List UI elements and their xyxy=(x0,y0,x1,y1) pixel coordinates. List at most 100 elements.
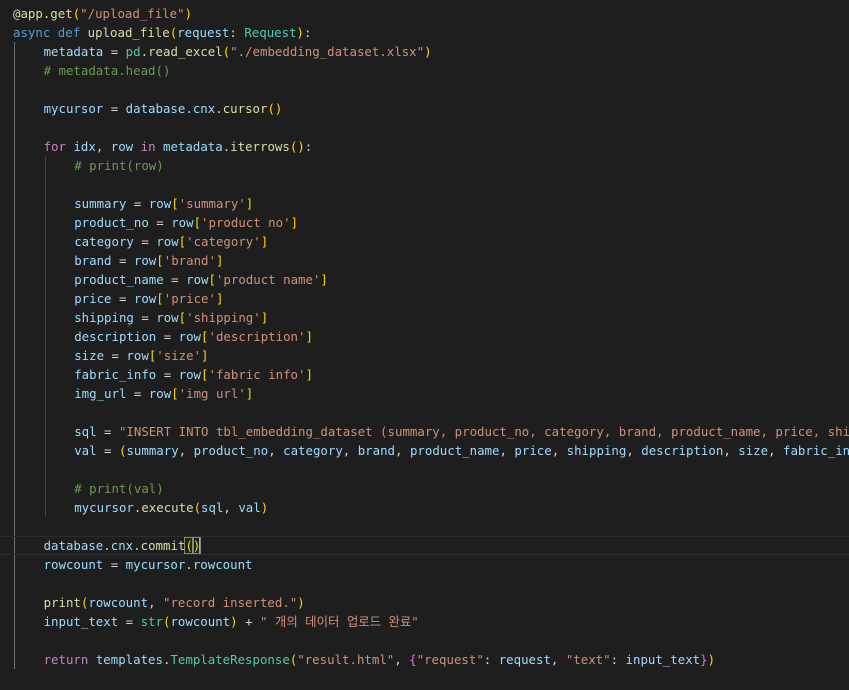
code-token: : xyxy=(229,25,245,40)
code-line[interactable] xyxy=(0,517,849,536)
code-token: [ xyxy=(156,253,164,268)
code-token: = xyxy=(156,329,179,344)
code-line[interactable]: metadata = pd.read_excel("./embedding_da… xyxy=(0,42,849,61)
code-line[interactable]: size = row['size'] xyxy=(0,346,849,365)
code-token: = xyxy=(104,348,127,363)
code-token: row xyxy=(156,234,179,249)
code-token: TemplateResponse xyxy=(170,652,290,667)
code-token: 'product name' xyxy=(215,272,321,287)
code-line[interactable]: val = (summary, product_no, category, br… xyxy=(0,441,849,460)
code-line[interactable]: sql = "INSERT INTO tbl_embedding_dataset… xyxy=(0,422,849,441)
code-token: cnx xyxy=(110,538,134,553)
code-token: # print(row) xyxy=(74,158,164,173)
code-token: size xyxy=(738,443,769,458)
code-token: database xyxy=(125,101,186,116)
code-line[interactable]: shipping = row['shipping'] xyxy=(0,308,849,327)
code-token: upload_file xyxy=(87,25,170,40)
code-token: mycursor xyxy=(74,500,134,515)
code-token: row xyxy=(133,291,157,306)
text-cursor xyxy=(199,538,201,553)
code-token: = xyxy=(126,386,149,401)
code-token: def xyxy=(57,25,81,40)
code-token: = xyxy=(133,234,157,249)
code-line[interactable] xyxy=(0,574,849,593)
code-token: @app.get xyxy=(13,6,73,21)
code-line[interactable]: # metadata.head() xyxy=(0,61,849,80)
code-token: [ xyxy=(178,310,187,325)
code-token: val xyxy=(238,500,261,515)
code-line[interactable]: @app.get("/upload_file") xyxy=(0,4,849,23)
code-line[interactable]: for idx, row in metadata.iterrows(): xyxy=(0,137,849,156)
code-token: [ xyxy=(171,386,179,401)
code-token: [ xyxy=(171,196,179,211)
code-token: price xyxy=(514,443,552,458)
code-token: = xyxy=(148,215,172,230)
code-token: metadata xyxy=(163,139,223,154)
code-token: 'category' xyxy=(186,234,261,249)
code-token: product_no xyxy=(193,443,269,458)
code-token: templates xyxy=(95,652,163,667)
code-token: [ xyxy=(201,367,209,382)
code-token: summary xyxy=(74,196,127,211)
code-token: = xyxy=(126,196,149,211)
code-line[interactable]: async def upload_file(request: Request): xyxy=(0,23,849,42)
code-token: "result.html" xyxy=(297,652,395,667)
code-line[interactable]: mycursor.execute(sql, val) xyxy=(0,498,849,517)
code-line[interactable]: rowcount = mycursor.rowcount xyxy=(0,555,849,574)
code-token: = xyxy=(103,44,126,59)
code-token: [ xyxy=(201,329,209,344)
code-token: print xyxy=(43,595,81,610)
code-line[interactable]: # print(val) xyxy=(0,479,849,498)
code-line[interactable]: # print(row) xyxy=(0,156,849,175)
code-token: iterrows xyxy=(230,139,290,154)
code-token: : xyxy=(483,652,499,667)
code-line[interactable]: img_url = row['img url'] xyxy=(0,384,849,403)
code-token: description xyxy=(641,443,724,458)
code-line[interactable]: brand = row['brand'] xyxy=(0,251,849,270)
code-token: "text" xyxy=(565,652,611,667)
code-line[interactable]: description = row['description'] xyxy=(0,327,849,346)
code-token: input_text xyxy=(43,614,119,629)
code-line[interactable] xyxy=(0,631,849,650)
code-token: ] xyxy=(305,367,313,382)
code-line[interactable] xyxy=(0,118,849,137)
code-token: ] xyxy=(305,329,313,344)
code-token: , xyxy=(395,443,410,458)
code-token: fabric_info xyxy=(74,367,157,382)
code-token: input_text xyxy=(625,652,701,667)
code-line[interactable] xyxy=(0,175,849,194)
code-token: async xyxy=(13,25,51,40)
code-token: pd xyxy=(125,44,141,59)
code-token: ] xyxy=(215,291,224,306)
code-line[interactable]: summary = row['summary'] xyxy=(0,194,849,213)
code-token: mycursor xyxy=(43,101,104,116)
code-token: , xyxy=(223,500,239,515)
code-token: size xyxy=(74,348,105,363)
code-line-current[interactable]: database.cnx.commit() xyxy=(0,536,849,555)
code-token: row xyxy=(178,329,202,344)
code-line[interactable]: price = row['price'] xyxy=(0,289,849,308)
code-token: = xyxy=(96,424,119,439)
code-token: . xyxy=(185,557,193,572)
code-line[interactable]: print(rowcount, "record inserted.") xyxy=(0,593,849,612)
code-line[interactable]: product_no = row['product no'] xyxy=(0,213,849,232)
code-token: 'description' xyxy=(208,329,306,344)
code-token: , xyxy=(550,652,566,667)
code-token: fabric_info xyxy=(783,443,849,458)
code-token: description xyxy=(74,329,157,344)
code-token: = xyxy=(156,367,179,382)
code-token: . xyxy=(103,538,111,553)
code-line[interactable]: mycursor = database.cnx.cursor() xyxy=(0,99,849,118)
code-line[interactable] xyxy=(0,460,849,479)
code-line[interactable] xyxy=(0,403,849,422)
code-line[interactable]: fabric_info = row['fabric info'] xyxy=(0,365,849,384)
code-line[interactable]: input_text = str(rowcount) + " 개의 데이터 업로… xyxy=(0,612,849,631)
code-line[interactable]: product_name = row['product name'] xyxy=(0,270,849,289)
code-token: idx xyxy=(73,139,96,154)
code-line[interactable]: return templates.TemplateResponse("resul… xyxy=(0,650,849,669)
code-token: metadata xyxy=(43,44,104,59)
code-line[interactable] xyxy=(0,80,849,99)
code-line[interactable]: category = row['category'] xyxy=(0,232,849,251)
code-editor[interactable]: @app.get("/upload_file") async def upload… xyxy=(0,0,849,690)
